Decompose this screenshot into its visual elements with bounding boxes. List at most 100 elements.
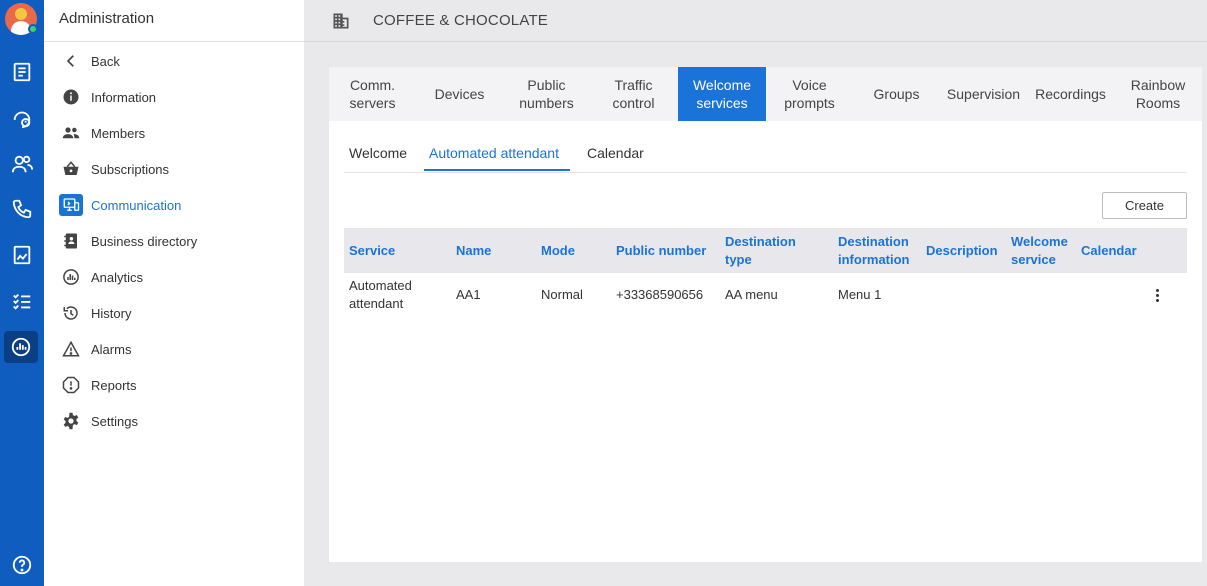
tab-label-line2: prompts bbox=[784, 95, 835, 111]
sidebar-item-label: Business directory bbox=[91, 233, 198, 249]
sidebar-item-label: Information bbox=[91, 89, 157, 105]
cell-service-line1: Automated bbox=[349, 278, 412, 293]
column-header-welcome-service[interactable]: Welcome service bbox=[1011, 233, 1068, 269]
tab-rainbow-rooms[interactable]: Rainbow Rooms bbox=[1114, 67, 1202, 121]
main-panel: Comm. servers Devices Public numbers Traff… bbox=[329, 67, 1202, 562]
cell-destination-information: Menu 1 bbox=[838, 287, 882, 302]
checklist-icon[interactable] bbox=[8, 287, 36, 315]
cell-service-line2: attendant bbox=[349, 296, 404, 311]
tab-label: Devices bbox=[434, 86, 485, 102]
sidebar-item-label: Members bbox=[91, 125, 146, 141]
cell-service: Automated attendant bbox=[349, 277, 412, 313]
cell-mode: Normal bbox=[541, 287, 583, 302]
column-header-name[interactable]: Name bbox=[456, 242, 491, 260]
sidebar-item-label: Communication bbox=[91, 197, 182, 213]
tab-label-line2: services bbox=[696, 95, 748, 111]
tab-label-line1: Welcome bbox=[692, 77, 752, 93]
table-row[interactable]: Automated attendant AA1 Normal +333685906… bbox=[344, 273, 1187, 317]
header-label: Public number bbox=[616, 243, 707, 258]
analytics-icon bbox=[60, 266, 82, 288]
sidebar-item-label: Alarms bbox=[91, 341, 132, 357]
tab-recordings[interactable]: Recordings bbox=[1027, 67, 1114, 121]
tab-welcome-services[interactable]: Welcome services bbox=[678, 67, 766, 121]
presence-indicator bbox=[28, 24, 38, 34]
users-icon[interactable] bbox=[8, 150, 36, 178]
column-header-description[interactable]: Description bbox=[926, 242, 998, 260]
more-actions-icon[interactable] bbox=[1150, 286, 1164, 304]
column-header-calendar[interactable]: Calendar bbox=[1081, 242, 1137, 260]
tab-voice-prompts[interactable]: Voice prompts bbox=[766, 67, 853, 121]
create-button[interactable]: Create bbox=[1102, 192, 1187, 219]
column-header-destination-type[interactable]: Destination type bbox=[725, 233, 796, 269]
sidebar-item-label: Reports bbox=[91, 377, 137, 393]
header-label-line2: information bbox=[838, 252, 910, 267]
history-icon bbox=[60, 302, 82, 324]
dashboard-icon[interactable] bbox=[8, 104, 36, 132]
building-icon bbox=[333, 13, 349, 28]
tab-public-numbers[interactable]: Public numbers bbox=[503, 67, 590, 121]
cell-public-number: +33368590656 bbox=[616, 287, 704, 302]
subtab-welcome[interactable]: Welcome bbox=[349, 145, 407, 161]
tab-label-line1: Comm. bbox=[349, 77, 396, 93]
news-icon[interactable] bbox=[8, 58, 36, 86]
help-icon[interactable] bbox=[8, 551, 36, 579]
tab-label-line1: Traffic bbox=[614, 77, 653, 93]
header-label: Service bbox=[349, 243, 396, 258]
column-header-destination-information[interactable]: Destination information bbox=[838, 233, 910, 269]
cell-name: AA1 bbox=[456, 287, 481, 302]
header-label: Description bbox=[926, 243, 998, 258]
header-label: Name bbox=[456, 243, 492, 258]
sidebar-title: Administration bbox=[44, 0, 304, 42]
tab-label-line2: Rooms bbox=[1135, 95, 1181, 111]
header-label-line1: Welcome bbox=[1011, 234, 1068, 249]
sidebar-item-subscriptions[interactable]: Subscriptions bbox=[60, 157, 169, 181]
sidebar-item-back[interactable]: Back bbox=[60, 49, 120, 73]
tab-label-line2: servers bbox=[349, 95, 396, 111]
sidebar-item-business-directory[interactable]: Business directory bbox=[60, 229, 197, 253]
tab-traffic-control[interactable]: Traffic control bbox=[590, 67, 677, 121]
tab-label: Supervision bbox=[946, 86, 1021, 102]
subtab-automated-attendant[interactable]: Automated attendant bbox=[429, 145, 559, 161]
active-subtab-indicator bbox=[424, 169, 570, 171]
tab-label-line2: numbers bbox=[519, 95, 574, 111]
sidebar-item-analytics[interactable]: Analytics bbox=[60, 265, 143, 289]
sidebar-item-information[interactable]: Information bbox=[60, 85, 156, 109]
chevron-left-icon bbox=[60, 50, 82, 72]
sidebar-item-settings[interactable]: Settings bbox=[60, 409, 138, 433]
members-icon bbox=[60, 122, 82, 144]
directory-icon bbox=[60, 230, 82, 252]
basket-icon bbox=[60, 158, 82, 180]
sidebar: Administration Back Information Members … bbox=[44, 0, 304, 586]
sidebar-item-label: Settings bbox=[91, 413, 138, 429]
sidebar-item-label: Subscriptions bbox=[91, 161, 170, 177]
column-header-public-number[interactable]: Public number bbox=[616, 242, 706, 260]
sidebar-item-reports[interactable]: Reports bbox=[60, 373, 137, 397]
admin-analytics-icon[interactable] bbox=[4, 331, 38, 363]
tab-label-line2: control bbox=[612, 95, 655, 111]
sidebar-item-alarms[interactable]: Alarms bbox=[60, 337, 131, 361]
tab-devices[interactable]: Devices bbox=[416, 67, 503, 121]
tab-groups[interactable]: Groups bbox=[853, 67, 940, 121]
sidebar-item-history[interactable]: History bbox=[60, 301, 131, 325]
app-rail bbox=[0, 0, 44, 586]
sidebar-item-label: Analytics bbox=[91, 269, 144, 285]
tab-label-line1: Rainbow bbox=[1130, 77, 1186, 93]
avatar-head bbox=[15, 8, 27, 20]
tab-comm-servers[interactable]: Comm. servers bbox=[329, 67, 416, 121]
document-icon[interactable] bbox=[8, 241, 36, 269]
tab-bar: Comm. servers Devices Public numbers Traff… bbox=[329, 67, 1202, 121]
tab-label: Recordings bbox=[1035, 86, 1106, 102]
table-header: Service Name Mode Public number Destinat… bbox=[344, 228, 1187, 273]
subtab-calendar[interactable]: Calendar bbox=[587, 145, 644, 161]
sidebar-item-members[interactable]: Members bbox=[60, 121, 145, 145]
info-icon bbox=[60, 86, 82, 108]
tab-supervision[interactable]: Supervision bbox=[940, 67, 1027, 121]
sidebar-item-label: Back bbox=[91, 53, 120, 69]
sidebar-item-communication[interactable]: Communication bbox=[59, 193, 182, 217]
column-header-mode[interactable]: Mode bbox=[541, 242, 575, 260]
cell-destination-type: AA menu bbox=[725, 287, 778, 302]
phone-icon[interactable] bbox=[8, 195, 36, 223]
tab-label-line1: Voice bbox=[792, 77, 827, 93]
header-label: Calendar bbox=[1081, 243, 1137, 258]
column-header-service[interactable]: Service bbox=[349, 242, 395, 260]
